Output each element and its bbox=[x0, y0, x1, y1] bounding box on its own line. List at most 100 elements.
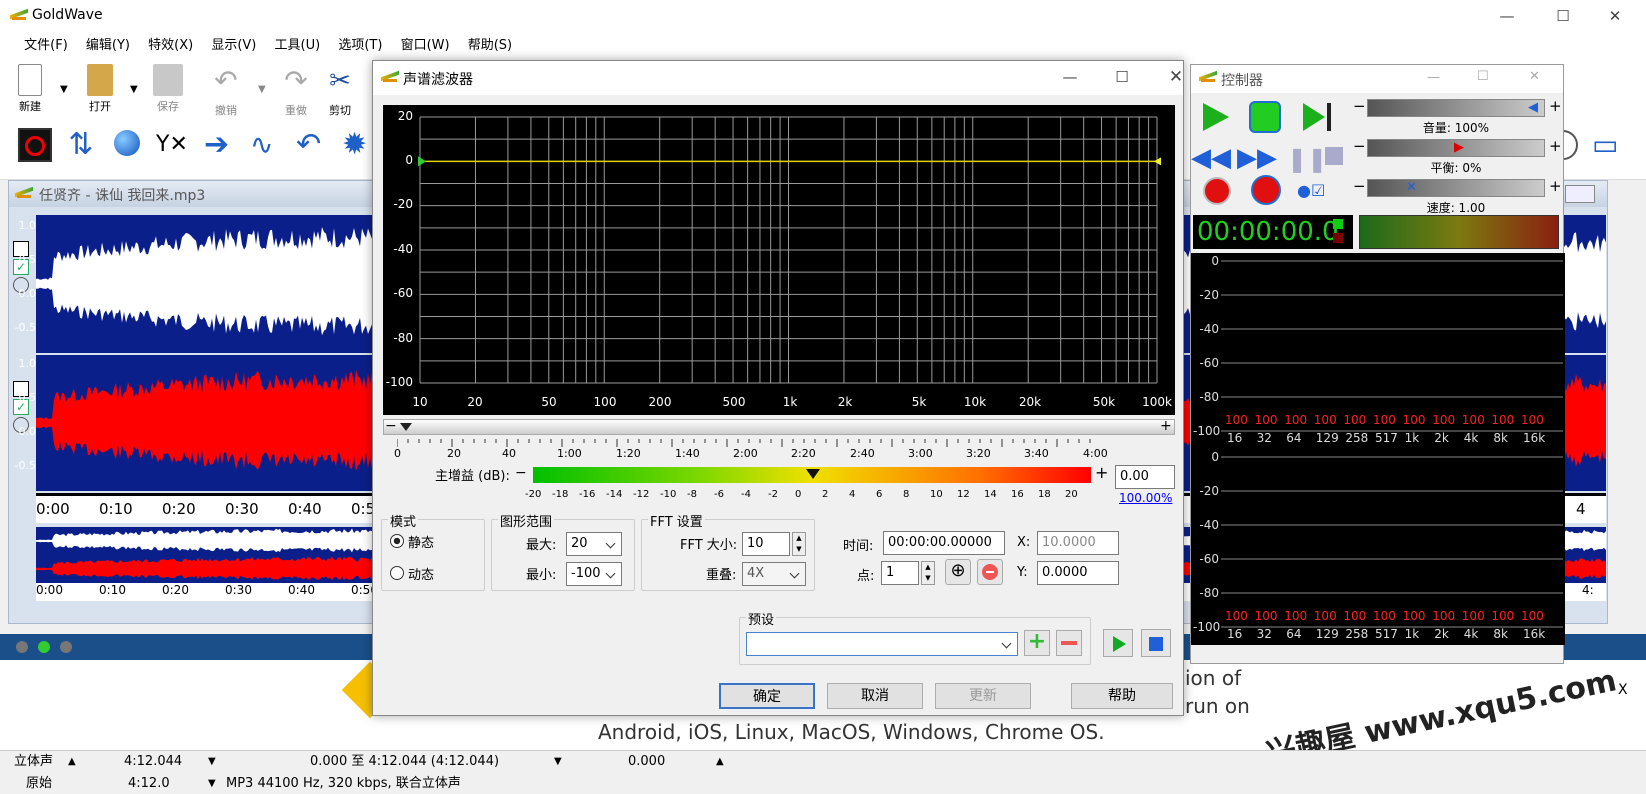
save-button[interactable]: 保存 bbox=[148, 64, 188, 114]
status-channel-arrow-icon[interactable]: ▲ bbox=[68, 751, 76, 773]
balance-slider[interactable]: ▶ bbox=[1367, 139, 1545, 157]
open-button[interactable]: 打开 bbox=[80, 64, 120, 114]
new-button[interactable]: 新建 bbox=[10, 64, 50, 114]
menu-tools[interactable]: 工具(U) bbox=[268, 32, 328, 60]
control-close-button[interactable]: ✕ bbox=[1529, 69, 1540, 84]
gain-minus-button[interactable]: − bbox=[515, 465, 527, 481]
preset-select[interactable] bbox=[746, 632, 1018, 656]
open-dropdown-icon[interactable]: ▼ bbox=[130, 84, 138, 95]
stop-record-icon[interactable] bbox=[18, 128, 52, 162]
sphere-icon[interactable] bbox=[110, 126, 144, 160]
fft-overlap-select[interactable]: 4X bbox=[742, 562, 806, 586]
gain-plus-button[interactable]: + bbox=[1095, 463, 1108, 482]
x-input[interactable]: 10.0000 bbox=[1037, 531, 1119, 555]
goldwave-logo-icon bbox=[10, 9, 28, 23]
maximize-button[interactable]: ☐ bbox=[1540, 0, 1586, 32]
menu-effects[interactable]: 特效(X) bbox=[141, 32, 200, 60]
y-input[interactable]: 0.0000 bbox=[1037, 561, 1119, 585]
dialog-minimize-button[interactable]: — bbox=[1047, 61, 1093, 93]
cut-button[interactable]: ✂ 剪切 bbox=[320, 64, 360, 118]
status-original-arrow-icon[interactable]: ▼ bbox=[208, 773, 216, 794]
mix-cross-icon[interactable]: Y✕ bbox=[156, 128, 190, 162]
preview-play-button[interactable] bbox=[1103, 629, 1133, 657]
rewind-icon[interactable]: ◀◀ bbox=[1191, 145, 1231, 171]
update-button[interactable]: 更新 bbox=[935, 683, 1031, 709]
stop-icon[interactable] bbox=[1325, 147, 1343, 165]
speed-thumb-icon[interactable]: ✕ bbox=[1406, 180, 1417, 195]
menu-edit[interactable]: 编辑(Y) bbox=[79, 32, 137, 60]
spectrum-plot[interactable]: 20 0 -20 -40 -60 -80 -100 10 20 50 100 2… bbox=[383, 105, 1175, 415]
play-to-end-icon[interactable] bbox=[1303, 103, 1325, 131]
help-button[interactable]: 帮助 bbox=[1071, 683, 1173, 709]
balance-minus-button[interactable]: − bbox=[1353, 137, 1366, 155]
undo-button[interactable]: ↶ 撤销 bbox=[206, 64, 246, 118]
gain-tick: 8 bbox=[903, 489, 910, 500]
arrow-right-icon[interactable]: ➔ bbox=[204, 128, 238, 162]
volume-minus-button[interactable]: − bbox=[1353, 97, 1366, 115]
menu-window[interactable]: 窗口(W) bbox=[394, 32, 457, 60]
menu-view[interactable]: 显示(V) bbox=[204, 32, 263, 60]
volume-plus-button[interactable]: + bbox=[1549, 97, 1562, 115]
gain-slider[interactable] bbox=[533, 467, 1091, 483]
fft-size-input[interactable]: 10 bbox=[742, 532, 790, 556]
scroll-minus-button[interactable]: − bbox=[385, 418, 397, 434]
play-icon[interactable] bbox=[1203, 103, 1229, 131]
loop-back-icon[interactable]: ↶ bbox=[296, 128, 330, 162]
new-dropdown-icon[interactable]: ▼ bbox=[60, 84, 68, 95]
waveform-close-button[interactable] bbox=[1565, 185, 1595, 203]
redo-button[interactable]: ↷ 重做 bbox=[276, 64, 316, 118]
preview-stop-button[interactable] bbox=[1141, 629, 1171, 657]
dialog-maximize-button[interactable]: ☐ bbox=[1099, 61, 1145, 93]
scroll-thumb-icon[interactable] bbox=[400, 423, 412, 431]
preset-add-button[interactable]: + bbox=[1024, 630, 1050, 656]
undo-dropdown-icon[interactable]: ▼ bbox=[258, 84, 266, 95]
pause-icon[interactable]: ❚❚ bbox=[1287, 145, 1327, 173]
y-tick: -40 bbox=[393, 242, 413, 256]
speed-plus-button[interactable]: + bbox=[1549, 177, 1562, 195]
balance-plus-button[interactable]: + bbox=[1549, 137, 1562, 155]
add-point-button[interactable]: ⊕ bbox=[945, 559, 971, 585]
point-input[interactable]: 1 bbox=[881, 561, 919, 585]
speed-slider[interactable]: ✕ bbox=[1367, 179, 1545, 197]
control-minimize-button[interactable]: — bbox=[1427, 70, 1440, 85]
balance-thumb-icon[interactable]: ▶ bbox=[1454, 140, 1464, 155]
range-min-select[interactable]: -100 bbox=[566, 562, 622, 586]
range-max-select[interactable]: 20 bbox=[566, 532, 622, 556]
status-position-arrow-icon[interactable]: ▲ bbox=[716, 751, 724, 773]
control-maximize-button[interactable]: ☐ bbox=[1477, 69, 1489, 84]
menu-help[interactable]: 帮助(S) bbox=[461, 32, 519, 60]
point-spinner[interactable]: ▲ ▼ bbox=[921, 561, 935, 585]
mini-tick: 0:00 bbox=[36, 583, 63, 597]
wave-icon[interactable]: ∿ bbox=[250, 128, 284, 162]
time-input[interactable]: 00:00:00.00000 bbox=[883, 531, 1005, 555]
mode-dynamic-radio[interactable] bbox=[390, 566, 404, 580]
ok-button[interactable]: 确定 bbox=[719, 683, 815, 709]
status-selection-arrow-icon[interactable]: ▼ bbox=[554, 751, 562, 773]
gain-value-input[interactable]: 0.00 bbox=[1115, 465, 1175, 489]
status-length-arrow-icon[interactable]: ▼ bbox=[208, 751, 216, 773]
menu-file[interactable]: 文件(F) bbox=[17, 32, 75, 60]
time-scrollbar[interactable]: − + bbox=[383, 418, 1175, 435]
volume-thumb-icon[interactable]: ◀ bbox=[1528, 100, 1538, 115]
play-selection-icon[interactable] bbox=[1249, 101, 1281, 133]
record-options-icon[interactable]: ●☑ bbox=[1297, 181, 1333, 200]
gear-icon[interactable]: ✹ bbox=[342, 128, 376, 162]
chat-icon[interactable]: ▭ bbox=[1592, 128, 1626, 162]
mode-static-radio[interactable] bbox=[390, 534, 404, 548]
preset-remove-button[interactable] bbox=[1056, 630, 1082, 656]
gain-thumb-icon[interactable] bbox=[806, 469, 820, 479]
record-selection-icon[interactable] bbox=[1251, 175, 1281, 205]
speed-minus-button[interactable]: − bbox=[1353, 177, 1366, 195]
record-icon[interactable] bbox=[1203, 177, 1231, 205]
fast-forward-icon[interactable]: ▶▶ bbox=[1237, 145, 1277, 171]
gain-percent-link[interactable]: 100.00% bbox=[1119, 491, 1172, 505]
fft-size-spinner[interactable]: ▲ ▼ bbox=[792, 532, 806, 556]
volume-slider[interactable]: ◀ bbox=[1367, 99, 1545, 117]
remove-point-button[interactable] bbox=[977, 559, 1003, 585]
menu-options[interactable]: 选项(T) bbox=[331, 32, 389, 60]
close-button[interactable]: ✕ bbox=[1592, 0, 1638, 32]
vertical-zoom-icon[interactable]: ⇅ bbox=[64, 128, 98, 162]
cancel-button[interactable]: 取消 bbox=[827, 683, 923, 709]
scroll-plus-button[interactable]: + bbox=[1160, 418, 1172, 434]
minimize-button[interactable]: — bbox=[1484, 0, 1530, 32]
